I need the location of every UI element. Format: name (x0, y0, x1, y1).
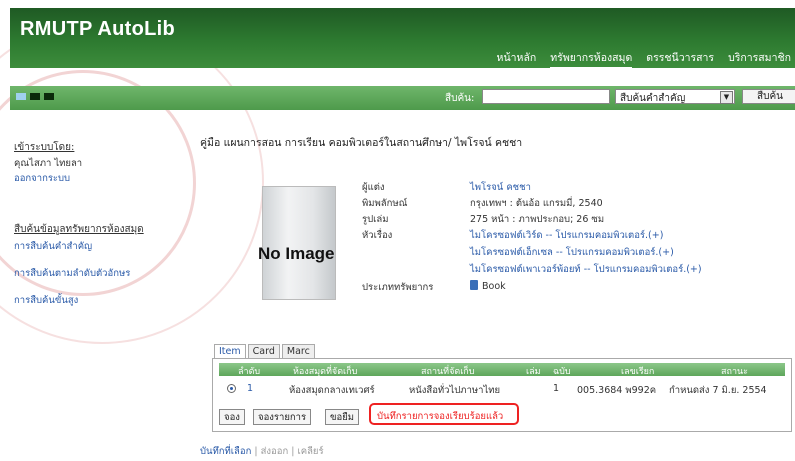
nav-home[interactable]: หน้าหลัก (497, 49, 537, 69)
column-header: ฉบับ (553, 367, 571, 377)
column-header: เลขเรียก (621, 367, 655, 377)
header: RMUTP AutoLib หน้าหลัก ทรัพยากรห้องสมุด … (10, 8, 795, 69)
resource-type-text: Book (482, 281, 506, 292)
search-input[interactable] (482, 89, 610, 104)
cell-status: กำหนดส่ง 7 มิ.ย. 2554 (669, 385, 767, 396)
search-bar: สืบค้น: สืบค้นคำสำคัญ ▼ สืบค้น (10, 86, 795, 110)
main-content: คู่มือ แผนการสอน การเรียน คอมพิวเตอร์ในส… (200, 134, 792, 432)
subject-label: หัวเรื่อง (362, 230, 393, 241)
page: RMUTP AutoLib หน้าหลัก ทรัพยากรห้องสมุด … (0, 0, 795, 461)
reserve-list-button[interactable]: จองรายการ (253, 409, 312, 425)
column-header: ลำดับ (238, 367, 261, 377)
book-icon (470, 280, 478, 290)
items-panel: ลำดับ ห้องสมุดที่จัดเก็บ สถานที่จัดเก็บ … (212, 358, 792, 432)
logout-link[interactable]: ออกจากระบบ (14, 171, 184, 186)
sidebar: เข้าระบบโดย: คุณไสภา ไทยลา ออกจากระบบ สื… (14, 140, 184, 308)
export-link[interactable]: ส่งออก (261, 446, 289, 457)
search-button[interactable]: สืบค้น (742, 89, 795, 104)
color-square (44, 93, 54, 100)
no-image-text: No Image (258, 244, 335, 263)
success-message: บันทึกรายการจองเรียบร้อยแล้ว (377, 411, 504, 422)
borrow-button[interactable]: ขอยืม (325, 409, 360, 425)
cell-call-number: 005.3684 พ992ค (577, 385, 657, 396)
sidebar-link-alphabetical[interactable]: การสืบค้นตามลำดับตัวอักษร (14, 266, 184, 281)
search-heading: สืบค้นข้อมูลทรัพยากรห้องสมุด (14, 224, 144, 235)
sidebar-link-keyword[interactable]: การสืบค้นคำสำคัญ (14, 239, 184, 254)
publisher-label: พิมพลักษณ์ (362, 198, 408, 209)
user-name: คุณไสภา ไทยลา (14, 158, 83, 169)
column-header: สถานะ (721, 367, 748, 377)
cell-seq: 1 (247, 383, 254, 394)
tab-card[interactable]: Card (247, 344, 280, 358)
book-cover-placeholder (262, 186, 336, 300)
item-radio[interactable] (227, 384, 236, 393)
author-label: ผู้แต่ง (362, 182, 385, 193)
record-tabs: Item Card Marc (214, 344, 317, 358)
search-label: สืบค้น: (445, 93, 475, 104)
login-heading: เข้าระบบโดย: (14, 142, 75, 153)
cell-library: ห้องสมุดกลางเทเวศร์ (289, 385, 375, 396)
logo: RMUTP AutoLib (20, 18, 175, 40)
search-type-select[interactable]: สืบค้นคำสำคัญ ▼ (615, 89, 735, 104)
resource-type-label: ประเภททรัพยากร (362, 282, 434, 293)
tab-item[interactable]: Item (214, 344, 246, 358)
nav-journal-index[interactable]: ดรรชนีวารสาร (646, 49, 714, 69)
items-table-header: ลำดับ ห้องสมุดที่จัดเก็บ สถานที่จัดเก็บ … (219, 363, 785, 377)
cell-copy: 1 (553, 383, 560, 394)
main-nav: หน้าหลัก ทรัพยากรห้องสมุด ดรรชนีวารสาร บ… (497, 49, 791, 69)
subject-link[interactable]: ไมโครซอฟต์เพาเวอร์พ้อยท์ -- โปรแกรมคอมพิ… (470, 262, 702, 277)
save-selected-link[interactable]: บันทึกที่เลือก (200, 446, 251, 457)
clear-link[interactable]: เคลียร์ (297, 446, 323, 457)
sidebar-link-advanced[interactable]: การสืบค้นขั้นสูง (14, 293, 184, 308)
tab-marc[interactable]: Marc (281, 344, 315, 358)
subject-link[interactable]: ไมโครซอฟต์เอ็กเซล -- โปรแกรมคอมพิวเตอร์.… (470, 245, 674, 260)
cell-location: หนังสือทั่วไปภาษาไทย (409, 385, 501, 396)
author-value[interactable]: ไพโรจน์ คชชา (470, 180, 531, 195)
search-type-value: สืบค้นคำสำคัญ (620, 93, 686, 104)
publisher-value: กรุงเทพฯ : ต้นอ้อ แกรมมี่, 2540 (470, 198, 603, 209)
record-title: คู่มือ แผนการสอน การเรียน คอมพิวเตอร์ในส… (200, 137, 523, 149)
success-message-box: บันทึกรายการจองเรียบร้อยแล้ว (369, 403, 519, 425)
subject-link[interactable]: ไมโครซอฟต์เวิร์ด -- โปรแกรมคอมพิวเตอร์.(… (470, 228, 663, 243)
nav-member-services[interactable]: บริการสมาชิก (728, 49, 791, 69)
color-square (30, 93, 40, 100)
resource-type-value: Book (470, 280, 506, 292)
column-header: เล่ม (526, 367, 541, 377)
color-square (16, 93, 26, 100)
format-value: 275 หน้า : ภาพประกอบ; 26 ซม (470, 214, 605, 225)
footer-links: บันทึกที่เลือก | ส่งออก | เคลียร์ (200, 444, 324, 459)
column-header: ห้องสมุดที่จัดเก็บ (293, 367, 358, 377)
nav-library-resources[interactable]: ทรัพยากรห้องสมุด (550, 49, 633, 69)
format-label: รูปเล่ม (362, 214, 389, 225)
chevron-down-icon[interactable]: ▼ (720, 91, 733, 104)
column-header: สถานที่จัดเก็บ (421, 367, 475, 377)
reserve-button[interactable]: จอง (219, 409, 245, 425)
